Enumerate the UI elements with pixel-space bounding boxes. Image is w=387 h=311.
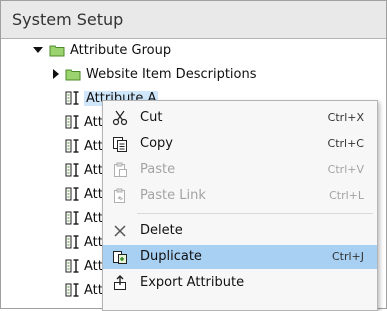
tree-node-website-item-descriptions[interactable]: Website Item Descriptions <box>53 63 257 85</box>
attribute-icon <box>65 235 79 249</box>
attribute-icon <box>65 211 79 225</box>
scissors-icon <box>112 110 128 126</box>
window-title: System Setup <box>12 10 124 29</box>
menu-separator <box>137 213 373 214</box>
tree-node-attribute-group[interactable]: Attribute Group <box>33 39 171 61</box>
copy-icon <box>113 137 127 152</box>
menu-item-delete[interactable]: Delete <box>103 219 377 243</box>
menu-item-cut[interactable]: Cut Ctrl+X <box>103 106 377 130</box>
attribute-icon <box>65 163 79 177</box>
paste-link-icon <box>114 188 125 203</box>
menu-item-label: Cut <box>140 110 163 125</box>
shortcut-text: Ctrl+L <box>329 189 364 202</box>
folder-icon <box>49 45 65 56</box>
menu-item-paste[interactable]: Paste Ctrl+V <box>103 158 377 182</box>
menu-item-paste-link[interactable]: Paste Link Ctrl+L <box>103 184 377 208</box>
menu-item-label: Paste <box>140 162 176 177</box>
tree-node-label: Attribute Group <box>70 42 172 58</box>
menu-item-copy[interactable]: Copy Ctrl+C <box>103 132 377 156</box>
shortcut-text: Ctrl+X <box>327 111 364 124</box>
collapse-arrow-icon[interactable] <box>53 69 59 79</box>
delete-x-icon <box>114 225 126 237</box>
menu-item-label: Copy <box>140 136 173 151</box>
menu-item-export-attribute[interactable]: Export Attribute <box>103 271 377 295</box>
menu-item-label: Paste Link <box>140 188 206 203</box>
attribute-icon <box>65 91 79 105</box>
attribute-icon <box>65 283 79 297</box>
menu-item-label: Delete <box>140 223 183 238</box>
menu-item-label: Duplicate <box>140 249 202 264</box>
paste-icon <box>114 162 127 177</box>
title-bar: System Setup <box>1 1 386 39</box>
shortcut-text: Ctrl+C <box>327 137 364 150</box>
attribute-icon <box>65 187 79 201</box>
expand-arrow-icon[interactable] <box>33 47 43 53</box>
shortcut-text: Ctrl+V <box>327 163 364 176</box>
menu-item-label: Export Attribute <box>140 275 245 290</box>
menu-item-duplicate[interactable]: Duplicate Ctrl+J <box>103 245 377 269</box>
export-icon <box>114 275 126 290</box>
duplicate-icon <box>113 251 127 264</box>
shortcut-text: Ctrl+J <box>331 250 364 263</box>
attribute-icon <box>65 139 79 153</box>
tree-node-label: Website Item Descriptions <box>86 66 257 82</box>
context-menu: Cut Ctrl+X Copy Ctrl+C Paste Ctrl+V Past… <box>102 100 378 311</box>
attribute-icon <box>65 259 79 273</box>
attribute-icon <box>65 115 79 129</box>
folder-icon <box>65 69 81 80</box>
